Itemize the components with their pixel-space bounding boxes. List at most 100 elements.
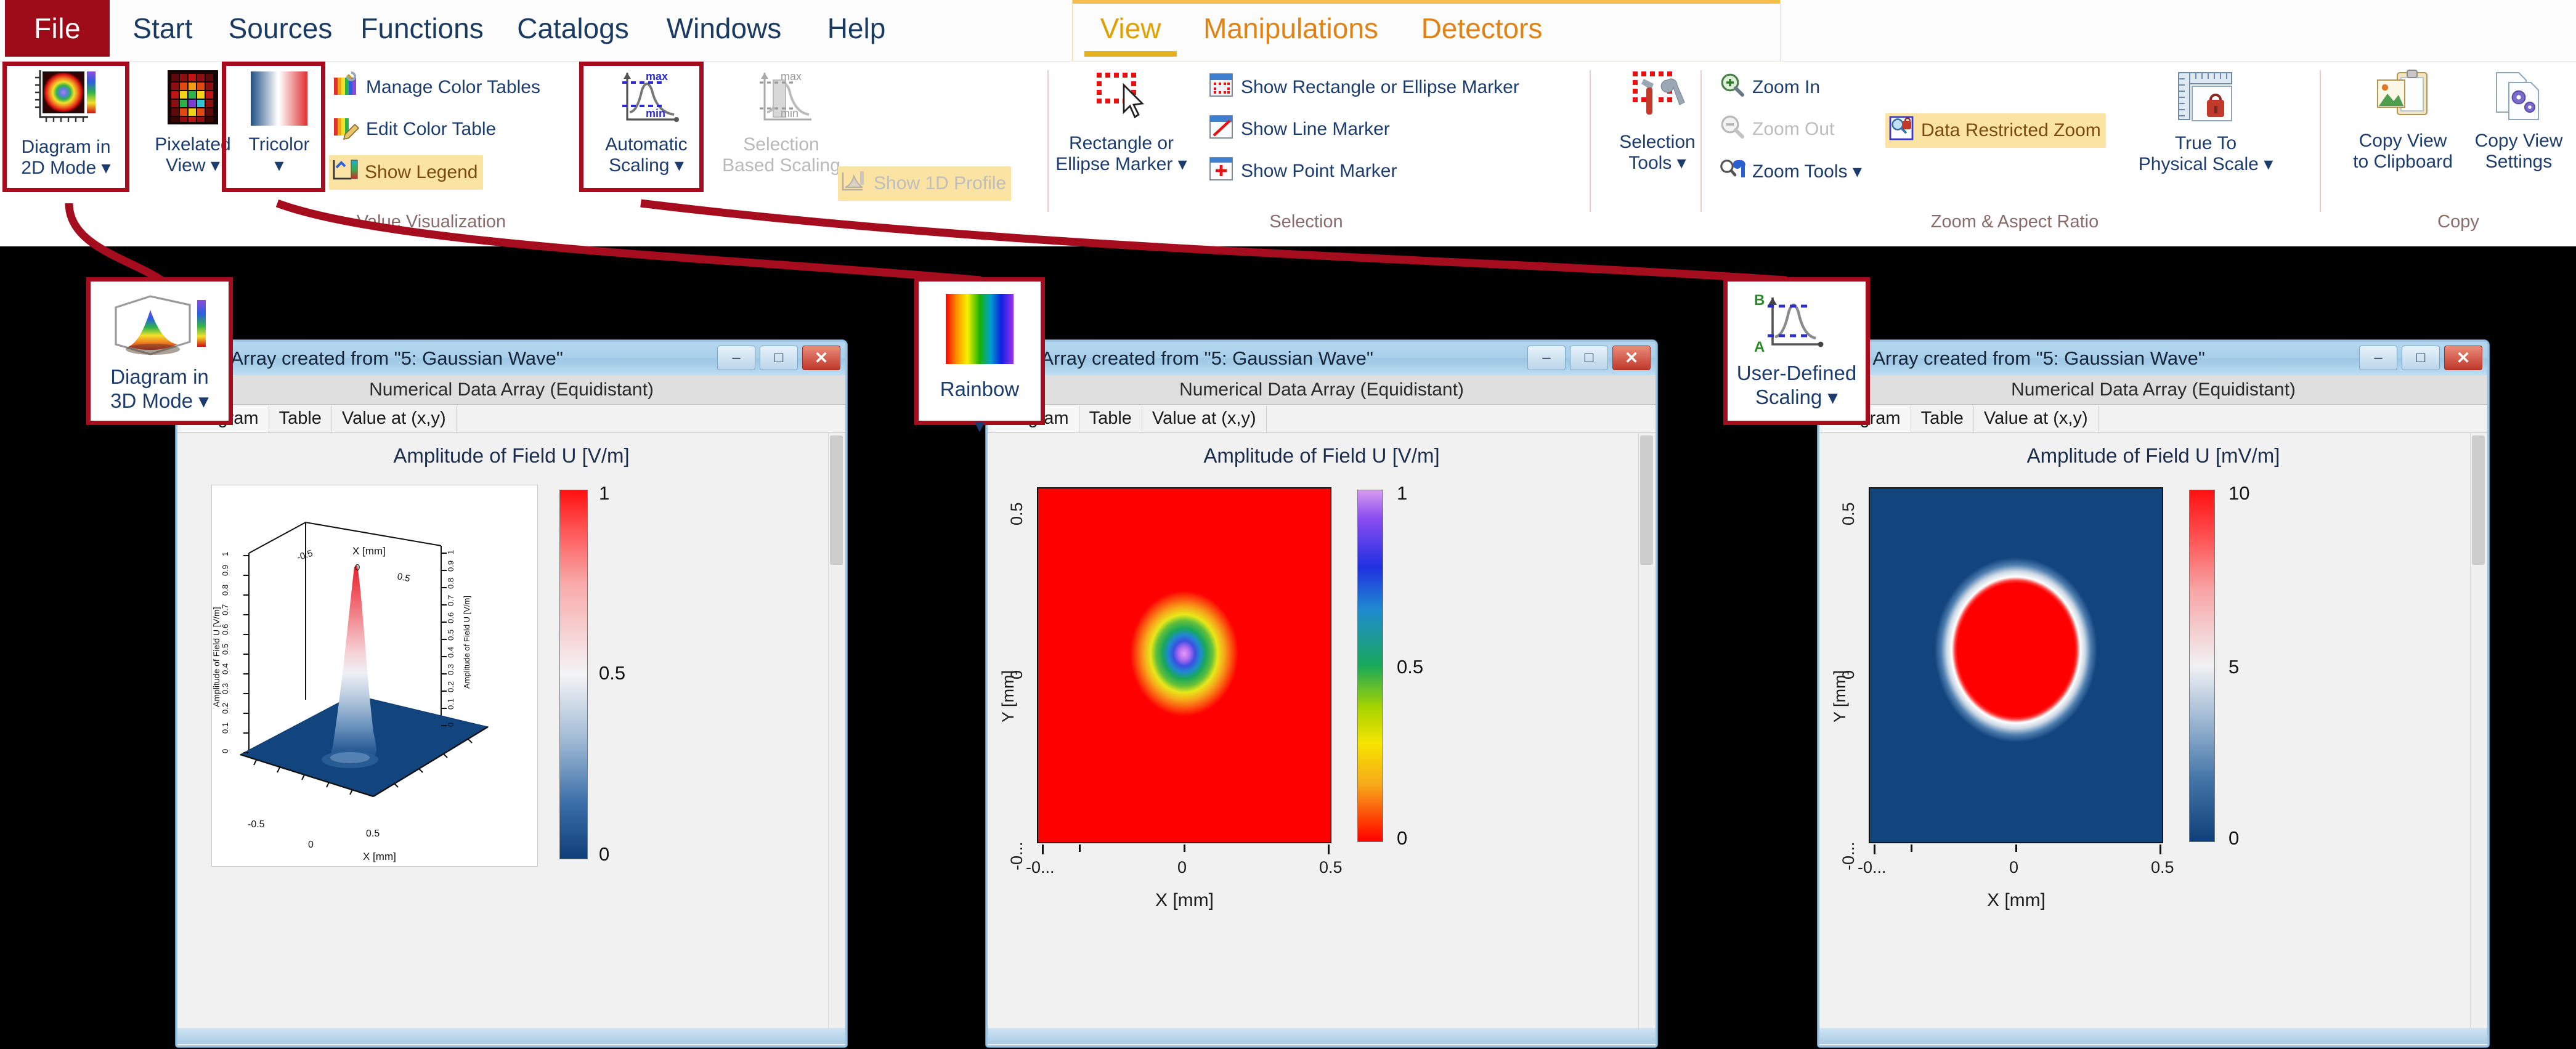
window-minimize-button[interactable]: – <box>1527 346 1566 370</box>
tab-view[interactable]: View <box>1084 0 1177 57</box>
scrollbar-thumb[interactable] <box>2472 435 2485 565</box>
tab-start[interactable]: Start <box>123 0 202 57</box>
window-maximize-button[interactable]: □ <box>760 346 798 370</box>
window-tab-value-at-xy[interactable]: Value at (x,y) <box>331 406 457 432</box>
svg-text:0.6: 0.6 <box>446 612 455 623</box>
vertical-scrollbar[interactable] <box>1638 433 1654 1028</box>
window-maximize-button[interactable]: □ <box>2402 346 2440 370</box>
tab-catalogs[interactable]: Catalogs <box>511 0 635 57</box>
callout-diagram-3d-mode[interactable]: Diagram in 3D Mode ▾ <box>86 277 233 425</box>
window-maximize-button[interactable]: □ <box>1570 346 1608 370</box>
y-tick-bottom: -0... <box>1839 841 1858 870</box>
vertical-scrollbar[interactable] <box>828 433 844 1028</box>
colorbar-label-min: 0 <box>1397 827 1408 849</box>
pixelated-view-icon <box>160 68 226 134</box>
menuitem-label: Show Line Marker <box>1241 119 1390 139</box>
chevron-down-icon: ▾ <box>1827 386 1838 409</box>
tab-sources[interactable]: Sources <box>222 0 339 57</box>
window-tab-table[interactable]: Table <box>269 406 332 432</box>
svg-text:0.8: 0.8 <box>221 585 230 596</box>
window-tab-value-at-xy[interactable]: Value at (x,y) <box>1142 406 1267 432</box>
window-footer <box>1819 1028 2487 1044</box>
plot-2d-rainbow[interactable]: Y [mm] 0.5 0 -0... -0... 0 0.5 X [mm] 1 … <box>988 476 1656 1044</box>
button-selection-tools[interactable]: Selection Tools ▾ <box>1602 68 1713 174</box>
window-titlebar[interactable]: Data Array created from "5: Gaussian Wav… <box>1819 342 2487 375</box>
window-close-button[interactable]: ✕ <box>2444 346 2482 370</box>
button-copy-view-to-clipboard[interactable]: Copy View to Clipboard <box>2335 68 2471 172</box>
window-tab-value-at-xy[interactable]: Value at (x,y) <box>1973 406 2099 432</box>
tab-manipulations[interactable]: Manipulations <box>1195 0 1386 57</box>
button-label-line1: Copy View <box>2474 130 2563 151</box>
x-tick-right: 0.5 <box>2151 858 2174 877</box>
diagram-2d-icon <box>31 68 100 137</box>
window-titlebar[interactable]: Data Array created from "5: Gaussian Wav… <box>988 342 1656 375</box>
selection-tools-icon <box>1625 68 1689 132</box>
menuitem-edit-color-table[interactable]: Edit Color Table <box>333 113 496 145</box>
menuitem-label: Zoom Out <box>1752 119 1835 139</box>
svg-text:0.7: 0.7 <box>446 595 455 606</box>
chevron-down-icon: ▾ <box>2264 153 2273 174</box>
scrollbar-thumb[interactable] <box>830 435 843 565</box>
x-tick-mark-2 <box>1079 844 1081 852</box>
group-separator-4 <box>2320 70 2321 212</box>
callout-rainbow-color-table[interactable]: Rainbow ▾ <box>914 277 1045 437</box>
menuitem-show-legend[interactable]: Show Legend <box>329 155 483 190</box>
plot-3d[interactable]: X [mm] 0 0.5 -0.5 -0.5 0 X [mm] 0.5 0 0.… <box>177 476 845 1044</box>
menuitem-label: Manage Color Tables <box>366 77 540 97</box>
window-titlebar[interactable]: Data Array created from "5: Gaussian Wav… <box>177 342 845 375</box>
button-label-line2: Tools ▾ <box>1628 152 1686 173</box>
menuitem-show-rectangle-ellipse-marker[interactable]: Show Rectangle or Ellipse Marker <box>1208 71 1519 103</box>
window-content: Amplitude of Field U [mV/m] Y [mm] 0.5 0… <box>1819 433 2487 1044</box>
menuitem-show-1d-profile: Show 1D Profile <box>838 166 1012 201</box>
window-close-button[interactable]: ✕ <box>802 346 840 370</box>
button-automatic-scaling[interactable]: max min Automatic Scaling ▾ <box>589 68 704 176</box>
button-true-to-physical-scale[interactable]: True To Physical Scale ▾ <box>2119 68 2292 175</box>
plot-2d-userdefined[interactable]: Y [mm] 0.5 0 -0... -0... 0 0.5 X [mm] 10… <box>1819 476 2487 1044</box>
tab-functions[interactable]: Functions <box>357 0 487 57</box>
vertical-scrollbar[interactable] <box>2470 433 2486 1028</box>
tab-windows[interactable]: Windows <box>659 0 789 57</box>
svg-text:0.9: 0.9 <box>446 561 455 572</box>
zoom-out-icon <box>1719 113 1746 145</box>
colorbar-3d <box>559 490 588 859</box>
svg-text:Amplitude of Field U [V/m]: Amplitude of Field U [V/m] <box>212 607 221 707</box>
window-tab-table[interactable]: Table <box>1079 406 1142 432</box>
button-rectangle-ellipse-marker[interactable]: Rectangle or Ellipse Marker ▾ <box>1042 68 1200 175</box>
svg-text:1: 1 <box>221 552 230 556</box>
menuitem-show-point-marker[interactable]: Show Point Marker <box>1208 155 1397 187</box>
tab-file[interactable]: File <box>5 0 110 57</box>
svg-text:0.6: 0.6 <box>221 624 230 635</box>
button-label-line1: Pixelated <box>155 134 231 155</box>
button-diagram-2d-mode[interactable]: Diagram in 2D Mode ▾ <box>9 68 123 179</box>
copy-view-settings-icon <box>2489 68 2548 131</box>
svg-text:0: 0 <box>355 562 360 573</box>
window-close-button[interactable]: ✕ <box>1612 346 1651 370</box>
x-tick-mark-1 <box>1874 844 1875 854</box>
menuitem-show-line-marker[interactable]: Show Line Marker <box>1208 113 1390 145</box>
window-minimize-button[interactable]: – <box>2359 346 2397 370</box>
button-label-line2: Settings <box>2485 151 2553 172</box>
zoom-tools-icon <box>1719 155 1746 187</box>
plot-canvas-3d: X [mm] 0 0.5 -0.5 -0.5 0 X [mm] 0.5 0 0.… <box>211 485 538 867</box>
ribbon-body: Diagram in 2D Mode ▾ Pixelated View ▾ Tr… <box>0 62 2576 246</box>
rectangle-ellipse-marker-icon <box>1089 68 1153 133</box>
window-data-array-2: Data Array created from "5: Gaussian Wav… <box>986 340 1657 1047</box>
button-copy-view-settings[interactable]: Copy View Settings <box>2464 68 2573 172</box>
x-axis-label: X [mm] <box>1987 890 2046 910</box>
scrollbar-thumb[interactable] <box>1640 435 1653 565</box>
menuitem-data-restricted-zoom[interactable]: Data Restricted Zoom <box>1885 113 2106 148</box>
menuitem-zoom-in[interactable]: Zoom In <box>1719 71 1820 103</box>
window-minimize-button[interactable]: – <box>717 346 755 370</box>
tab-detectors[interactable]: Detectors <box>1405 0 1559 57</box>
menuitem-manage-color-tables[interactable]: Manage Color Tables <box>333 71 540 103</box>
svg-text:max: max <box>646 70 668 83</box>
tab-help[interactable]: Help <box>813 0 900 57</box>
menuitem-zoom-tools[interactable]: Zoom Tools ▾ <box>1719 155 1862 187</box>
window-tabstrip: Diagram Table Value at (x,y) <box>988 405 1656 433</box>
window-tab-table[interactable]: Table <box>1911 406 1974 432</box>
colorbar-label-max: 10 <box>2229 482 2250 504</box>
button-tricolor[interactable]: Tricolor ▾ <box>233 68 325 176</box>
group-separator-3 <box>1700 70 1702 212</box>
x-tick-mark-1 <box>1042 844 1044 854</box>
callout-user-defined-scaling[interactable]: B A User-Defined Scaling ▾ <box>1723 277 1870 425</box>
